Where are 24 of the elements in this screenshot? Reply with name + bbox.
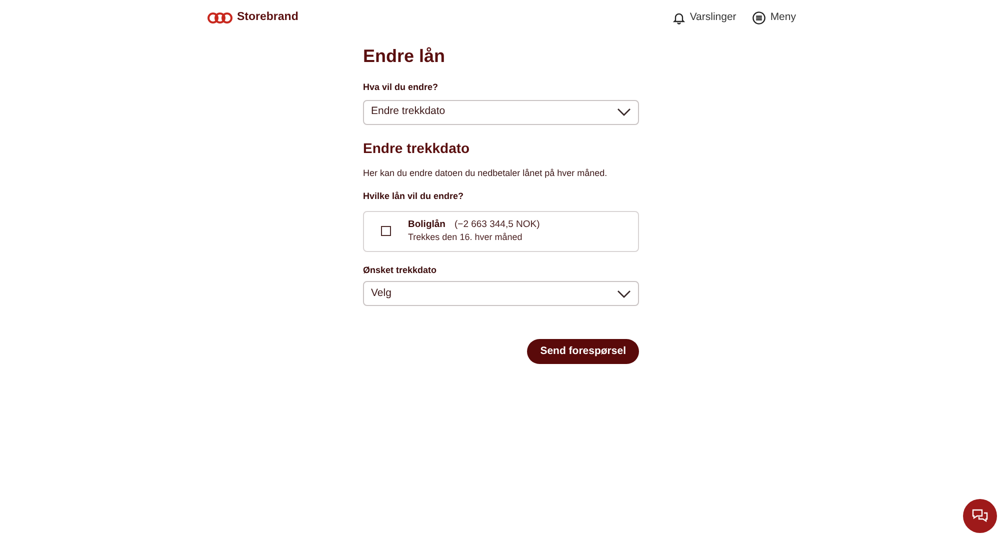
chat-button[interactable] [963, 499, 997, 533]
bell-icon [672, 10, 686, 24]
submit-button[interactable]: Send forespørsel [527, 339, 639, 364]
section-title: Endre trekkdato [363, 138, 471, 158]
nav-link[interactable]: Meny [752, 10, 796, 26]
loan-name: Boliglån [408, 219, 446, 231]
section-description: Her kan du endre datoen du nedbetaler lånet på hver måned. [363, 166, 608, 180]
logo-text: Storebrand [237, 10, 298, 25]
loan-amount: (−2 663 344,5 NOK) [454, 219, 540, 231]
chevron-down-icon [617, 290, 631, 298]
menu-icon [752, 10, 766, 24]
nav-link[interactable]: Varslinger [672, 10, 736, 26]
field-label: Ønsket trekkdato [363, 264, 438, 276]
loan-detail: Trekkes den 16. hver måned [408, 231, 524, 243]
chevron-down-icon [617, 108, 631, 116]
checkbox[interactable] [381, 226, 391, 236]
logo-icon [207, 12, 233, 24]
loan-option-card[interactable]: Boliglån (−2 663 344,5 NOK) Trekkes den 16. hver måned [363, 210, 639, 252]
field-label: Hva vil du endre? [363, 81, 440, 94]
date-select[interactable]: Velg [363, 281, 639, 306]
change-type-select[interactable]: Endre trekkdato [363, 100, 639, 124]
chat-icon [971, 508, 989, 524]
page-title: Endre lån [363, 45, 446, 67]
field-label: Hvilke lån vil du endre? [363, 190, 465, 203]
